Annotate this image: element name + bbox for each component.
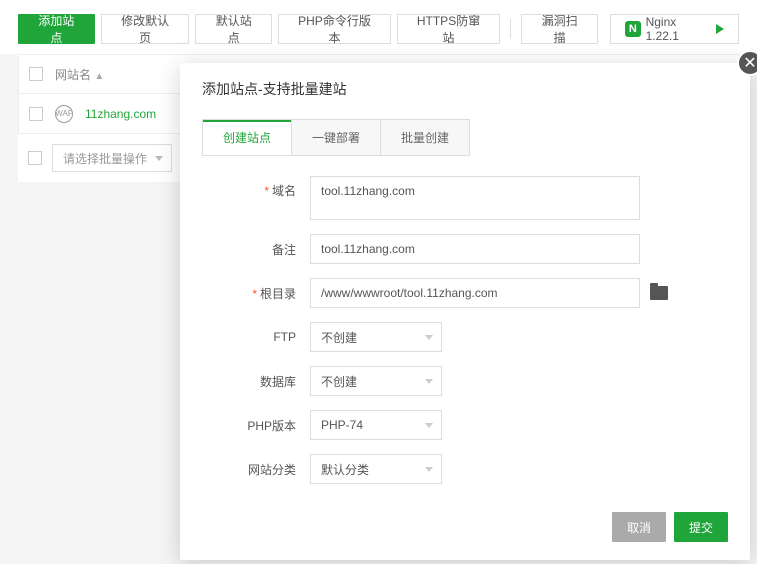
toolbar: 添加站点 修改默认页 默认站点 PHP命令行版本 HTTPS防窜站 漏洞扫描 N… — [0, 0, 757, 54]
category-label: 网站分类 — [202, 461, 310, 478]
remark-input[interactable] — [310, 234, 640, 264]
php-cli-version-button[interactable]: PHP命令行版本 — [278, 14, 391, 44]
tab-batch-create[interactable]: 批量创建 — [381, 120, 469, 155]
play-icon — [716, 24, 724, 34]
modal-title: 添加站点-支持批量建站 — [180, 63, 750, 107]
https-defense-button[interactable]: HTTPS防窜站 — [397, 14, 500, 44]
col-site-name[interactable]: 网站名 ▲ — [55, 66, 104, 83]
db-label: 数据库 — [202, 373, 310, 390]
add-site-modal: ✕ 添加站点-支持批量建站 创建站点 一键部署 批量创建 *域名 tool.11… — [180, 63, 750, 560]
add-site-button[interactable]: 添加站点 — [18, 14, 95, 44]
modal-footer: 取消 提交 — [180, 498, 750, 560]
tab-one-click-deploy[interactable]: 一键部署 — [292, 120, 381, 155]
ftp-select[interactable]: 不创建 — [310, 322, 442, 352]
tab-create-site[interactable]: 创建站点 — [203, 120, 292, 155]
chevron-down-icon — [425, 379, 433, 384]
sort-asc-icon: ▲ — [94, 71, 104, 82]
remark-label: 备注 — [202, 241, 310, 258]
category-select[interactable]: 默认分类 — [310, 454, 442, 484]
root-dir-input[interactable] — [310, 278, 640, 308]
modal-tabs: 创建站点 一键部署 批量创建 — [202, 119, 470, 156]
select-all-checkbox[interactable] — [29, 67, 43, 81]
toolbar-separator — [510, 19, 511, 39]
domain-label: *域名 — [202, 176, 310, 199]
root-label: *根目录 — [202, 285, 310, 302]
row-checkbox[interactable] — [29, 107, 43, 121]
batch-checkbox[interactable] — [28, 151, 42, 165]
close-icon[interactable]: ✕ — [737, 50, 757, 76]
vuln-scan-button[interactable]: 漏洞扫描 — [521, 14, 598, 44]
chevron-down-icon — [425, 467, 433, 472]
nginx-button[interactable]: N Nginx 1.22.1 — [610, 14, 739, 44]
domain-input[interactable]: tool.11zhang.com — [310, 176, 640, 220]
chevron-down-icon — [155, 156, 163, 161]
batch-select[interactable]: 请选择批量操作 — [52, 144, 172, 172]
chevron-down-icon — [425, 335, 433, 340]
nginx-icon: N — [625, 21, 641, 37]
submit-button[interactable]: 提交 — [674, 512, 728, 542]
chevron-down-icon — [425, 423, 433, 428]
cancel-button[interactable]: 取消 — [612, 512, 666, 542]
php-version-label: PHP版本 — [202, 417, 310, 434]
site-name-link[interactable]: 11zhang.com — [85, 107, 156, 121]
default-site-button[interactable]: 默认站点 — [195, 14, 272, 44]
folder-icon[interactable] — [650, 286, 668, 300]
modify-default-button[interactable]: 修改默认页 — [101, 14, 190, 44]
nginx-label: Nginx 1.22.1 — [646, 15, 711, 43]
ftp-label: FTP — [202, 330, 310, 344]
db-select[interactable]: 不创建 — [310, 366, 442, 396]
php-version-select[interactable]: PHP-74 — [310, 410, 442, 440]
waf-icon: WAF — [55, 105, 73, 123]
